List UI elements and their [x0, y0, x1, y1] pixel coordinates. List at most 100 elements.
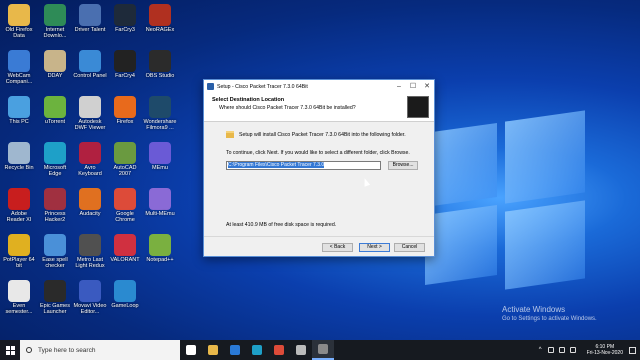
desktop-icon-princess-hacker[interactable]: Princess Hacker2 — [38, 188, 72, 223]
maximize-button[interactable]: ☐ — [406, 80, 420, 93]
battery-icon[interactable] — [569, 347, 576, 353]
neoragex-icon — [149, 4, 171, 26]
autodesk-dwf-icon — [79, 96, 101, 118]
destination-path-value: C:\Program Files\Cisco Packet Tracer 7.3… — [228, 162, 325, 168]
next-button[interactable]: Next > — [359, 243, 390, 252]
desktop-icon-utorrent[interactable]: uTorrent — [38, 96, 72, 125]
taskbar-app-file-explorer[interactable] — [202, 340, 224, 360]
desktop-icon-dday[interactable]: DDAY — [38, 50, 72, 79]
farcry3-icon — [114, 4, 136, 26]
volume-icon[interactable] — [558, 347, 565, 353]
close-button[interactable]: ✕ — [420, 80, 434, 93]
recycle-bin-icon — [8, 142, 30, 164]
desktop-icon-label: NeoRAGEx — [145, 27, 175, 33]
desktop-icon-epic-games[interactable]: Epic Games Launcher — [38, 280, 72, 315]
desktop-icon-label: Movavi Video Editor... — [73, 303, 107, 315]
desktop-icon-label: DDAY — [47, 73, 63, 79]
desktop-icon-label: GameLoop — [111, 303, 139, 309]
destination-path-input[interactable]: C:\Program Files\Cisco Packet Tracer 7.3… — [226, 161, 382, 170]
movavi-icon — [79, 280, 101, 302]
taskbar-search-box[interactable]: Type here to search — [20, 340, 180, 360]
tray-chevron-up-icon[interactable]: ^ — [539, 347, 542, 353]
desktop-icon-metro[interactable]: Metro Last Light Redux — [73, 234, 107, 269]
desktop-icon-autocad[interactable]: AutoCAD 2007 — [108, 142, 142, 177]
taskbar-app-edge-taskbar[interactable] — [246, 340, 268, 360]
desktop-icon-audacity[interactable]: Audacity — [73, 188, 107, 217]
taskbar-app-store[interactable] — [224, 340, 246, 360]
desktop-icon-label: Driver Talent — [74, 27, 106, 33]
minimize-button[interactable]: – — [392, 80, 406, 93]
potplayer-icon — [8, 234, 30, 256]
taskbar-app-obs-taskbar[interactable] — [290, 340, 312, 360]
taskbar-app-chrome-taskbar[interactable] — [268, 340, 290, 360]
store-icon — [230, 345, 240, 355]
desktop-icon-idm[interactable]: Internet Downlo... — [38, 4, 72, 39]
desktop-icon-movavi[interactable]: Movavi Video Editor... — [73, 280, 107, 315]
desktop-icon-obs[interactable]: OBS Studio — [143, 50, 177, 79]
desktop-icon-driver-talent[interactable]: Driver Talent — [73, 4, 107, 33]
desktop-icon-neoragex[interactable]: NeoRAGEx — [143, 4, 177, 33]
desktop-icon-label: Multi-MEmu — [145, 211, 175, 217]
this-pc-icon — [8, 96, 30, 118]
desktop-icon-autodesk-dwf[interactable]: Autodesk DWF Viewer — [73, 96, 107, 131]
desktop-icon-memu[interactable]: MEmu — [143, 142, 177, 171]
desktop-icon-farcry3[interactable]: FarCry3 — [108, 4, 142, 33]
network-icon[interactable] — [547, 347, 554, 353]
desktop-icon-label: Metro Last Light Redux — [75, 257, 105, 269]
desktop-icon-multi-memu[interactable]: Multi-MEmu — [143, 188, 177, 217]
desktop-icon-spell-checker[interactable]: Ease spell checker — [38, 234, 72, 269]
taskbar-app-task-view[interactable] — [180, 340, 202, 360]
filmora-icon — [149, 96, 171, 118]
start-button[interactable] — [0, 340, 20, 360]
install-info-text: Setup will install Cisco Packet Tracer 7… — [239, 131, 406, 138]
desktop-icon-label: Internet Downlo... — [43, 27, 67, 39]
desktop-icon-this-pc[interactable]: This PC — [2, 96, 36, 125]
search-placeholder: Type here to search — [38, 346, 96, 354]
desktop-icon-label: WebCam Compani... — [5, 73, 33, 85]
desktop-icon-document[interactable]: Even semester... — [2, 280, 36, 315]
desktop-icon-label: Avro Keyboard — [78, 165, 102, 177]
desktop-icon-label: Recycle Bin — [4, 165, 34, 171]
system-tray: ^ 6:10 PM Fri-13-Nov-2020 — [539, 344, 640, 356]
desktop-icon-potplayer[interactable]: PotPlayer 64 bit — [2, 234, 36, 269]
edge-icon — [44, 142, 66, 164]
desktop-icon-recycle-bin[interactable]: Recycle Bin — [2, 142, 36, 171]
desktop-icon-label: Ease spell checker — [42, 257, 68, 269]
desktop-icon-firefox[interactable]: Firefox — [108, 96, 142, 125]
desktop-icon-webcam[interactable]: WebCam Compani... — [2, 50, 36, 85]
desktop-icon-valorant[interactable]: VALORANT — [108, 234, 142, 263]
back-button[interactable]: < Back — [322, 243, 353, 252]
webcam-icon — [8, 50, 30, 72]
browse-button[interactable]: Browse... — [388, 161, 418, 170]
desktop-icon-avro[interactable]: Avro Keyboard — [73, 142, 107, 177]
dday-icon — [44, 50, 66, 72]
desktop-icon-filmora[interactable]: Wondershare Filmora9 ... — [143, 96, 177, 131]
activate-windows-watermark: Activate Windows Go to Settings to activ… — [502, 305, 597, 322]
taskbar-apps — [180, 340, 334, 360]
desktop-icon-label: FarCry4 — [115, 73, 135, 79]
desktop-icon-edge[interactable]: Microsoft Edge — [38, 142, 72, 177]
desktop-icon-label: Princess Hacker2 — [44, 211, 66, 223]
desktop-icon-label: PotPlayer 64 bit — [3, 257, 35, 269]
notifications-icon[interactable] — [629, 346, 636, 354]
dialog-titlebar[interactable]: Setup - Cisco Packet Tracer 7.3.0 64Bit … — [204, 80, 434, 93]
folder-icon — [8, 4, 30, 26]
desktop-icon-chrome[interactable]: Google Chrome — [108, 188, 142, 223]
desktop-icon-adobe-reader[interactable]: Adobe Reader XI — [2, 188, 36, 223]
farcry4-icon — [114, 50, 136, 72]
desktop-icon-folder[interactable]: Old Firefox Data — [2, 4, 36, 39]
setup-taskbar-icon — [318, 344, 328, 354]
desktop-icon-control-panel[interactable]: Control Panel — [73, 50, 107, 79]
desktop-icon-gameloop[interactable]: GameLoop — [108, 280, 142, 309]
clock[interactable]: 6:10 PM Fri-13-Nov-2020 — [587, 344, 623, 356]
header-title: Select Destination Location — [212, 97, 285, 103]
desktop-icon-label: MEmu — [152, 165, 168, 171]
cancel-button[interactable]: Cancel — [394, 243, 425, 252]
metro-icon — [79, 234, 101, 256]
taskbar-app-setup-taskbar[interactable] — [312, 340, 334, 360]
watermark-subtitle: Go to Settings to activate Windows. — [502, 316, 597, 322]
desktop-icon-notepad-plus[interactable]: Notepad++ — [143, 234, 177, 263]
desktop-icon-farcry4[interactable]: FarCry4 — [108, 50, 142, 79]
audacity-icon — [79, 188, 101, 210]
task-view-icon — [186, 345, 196, 355]
